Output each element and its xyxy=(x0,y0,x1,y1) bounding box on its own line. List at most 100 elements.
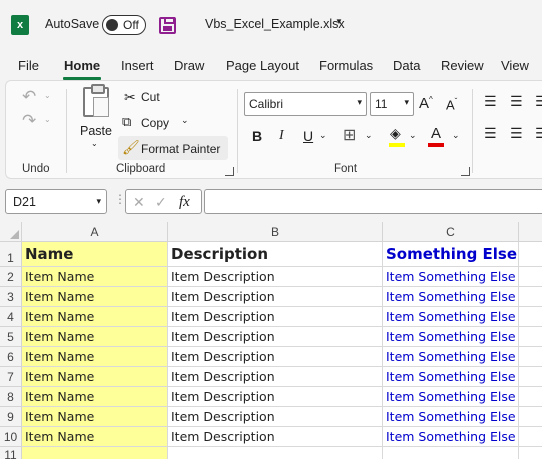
chevron-down-icon[interactable]: ⌄ xyxy=(319,130,327,141)
tab-file[interactable]: File xyxy=(18,58,39,73)
insert-function-button[interactable]: fx xyxy=(179,194,190,211)
cell-c11[interactable] xyxy=(383,447,519,459)
font-name-select[interactable]: Calibri ▾ xyxy=(244,92,367,116)
worksheet-grid[interactable]: A B C 1 Name Description Something Else … xyxy=(0,222,542,459)
cell-d5[interactable] xyxy=(519,327,542,347)
chevron-down-icon[interactable]: ⌄ xyxy=(181,115,189,126)
tab-home[interactable]: Home xyxy=(64,58,100,73)
tab-formulas[interactable]: Formulas xyxy=(319,58,373,73)
row-header[interactable]: 4 xyxy=(0,307,22,327)
cell-c9[interactable]: Item Something Else xyxy=(383,407,519,427)
clipboard-launcher-icon[interactable] xyxy=(225,167,234,176)
row-header[interactable]: 10 xyxy=(0,427,22,447)
chevron-down-icon[interactable]: ⌄ xyxy=(91,139,98,148)
align-left-icon[interactable]: ☰ xyxy=(484,125,497,142)
scissors-icon[interactable]: ✂ xyxy=(124,89,136,106)
cell-b5[interactable]: Item Description xyxy=(168,327,383,347)
column-header-c[interactable]: C xyxy=(383,222,519,242)
select-all-button[interactable] xyxy=(0,222,22,242)
copy-icon[interactable]: ⧉ xyxy=(122,114,131,130)
align-top-icon[interactable]: ☰ xyxy=(484,93,497,110)
font-launcher-icon[interactable] xyxy=(461,167,470,176)
cell-d4[interactable] xyxy=(519,307,542,327)
cell-a11[interactable] xyxy=(22,447,168,459)
cell-c1[interactable]: Something Else xyxy=(383,242,519,267)
cell-a5[interactable]: Item Name xyxy=(22,327,168,347)
cell-a8[interactable]: Item Name xyxy=(22,387,168,407)
formula-input[interactable] xyxy=(204,189,542,214)
row-header[interactable]: 9 xyxy=(0,407,22,427)
increase-font-size-icon[interactable]: A^ xyxy=(419,95,433,112)
copy-button[interactable]: Copy xyxy=(141,116,169,130)
cell-c4[interactable]: Item Something Else xyxy=(383,307,519,327)
autosave-toggle[interactable]: Off xyxy=(102,15,146,35)
cell-d8[interactable] xyxy=(519,387,542,407)
tab-review[interactable]: Review xyxy=(441,58,484,73)
cell-b6[interactable]: Item Description xyxy=(168,347,383,367)
tab-data[interactable]: Data xyxy=(393,58,420,73)
cell-c3[interactable]: Item Something Else xyxy=(383,287,519,307)
tab-draw[interactable]: Draw xyxy=(174,58,204,73)
cell-d6[interactable] xyxy=(519,347,542,367)
fill-color-icon[interactable]: ◈ xyxy=(390,125,401,142)
cell-c2[interactable]: Item Something Else xyxy=(383,267,519,287)
align-bottom-icon[interactable]: ☰ xyxy=(535,93,542,110)
cell-b10[interactable]: Item Description xyxy=(168,427,383,447)
more-icon[interactable]: ⋮ xyxy=(114,192,126,206)
row-header[interactable]: 1 xyxy=(0,242,22,267)
row-header[interactable]: 5 xyxy=(0,327,22,347)
column-header-b[interactable]: B xyxy=(168,222,383,242)
redo-icon[interactable]: ↷ xyxy=(22,111,36,131)
column-header-d[interactable] xyxy=(519,222,542,242)
cell-b11[interactable] xyxy=(168,447,383,459)
paste-icon[interactable] xyxy=(83,84,109,117)
underline-button[interactable]: U xyxy=(303,128,313,144)
row-header[interactable]: 3 xyxy=(0,287,22,307)
align-middle-icon[interactable]: ☰ xyxy=(510,93,523,110)
cell-c5[interactable]: Item Something Else xyxy=(383,327,519,347)
chevron-down-icon[interactable]: ⌄ xyxy=(44,115,51,124)
save-icon[interactable] xyxy=(159,17,176,34)
column-header-a[interactable]: A xyxy=(22,222,168,242)
cell-c10[interactable]: Item Something Else xyxy=(383,427,519,447)
name-box[interactable]: D21 ▾ xyxy=(5,189,107,214)
cell-b7[interactable]: Item Description xyxy=(168,367,383,387)
chevron-down-icon[interactable]: ⌄ xyxy=(452,130,460,141)
borders-icon[interactable]: ⊞ xyxy=(343,125,356,145)
cell-a7[interactable]: Item Name xyxy=(22,367,168,387)
cell-b9[interactable]: Item Description xyxy=(168,407,383,427)
row-header[interactable]: 6 xyxy=(0,347,22,367)
row-header[interactable]: 8 xyxy=(0,387,22,407)
font-size-select[interactable]: 11 ▾ xyxy=(370,92,414,116)
row-header[interactable]: 11 xyxy=(0,447,22,459)
align-center-icon[interactable]: ☰ xyxy=(510,125,523,142)
chevron-down-icon[interactable]: ⌄ xyxy=(44,91,51,100)
row-header[interactable]: 2 xyxy=(0,267,22,287)
cell-a10[interactable]: Item Name xyxy=(22,427,168,447)
undo-icon[interactable]: ↶ xyxy=(22,87,36,107)
cancel-icon[interactable]: ✕ xyxy=(133,194,145,211)
tab-page-layout[interactable]: Page Layout xyxy=(226,58,299,73)
chevron-down-icon[interactable]: ▾ xyxy=(96,196,101,207)
chevron-down-icon[interactable]: ⌄ xyxy=(365,130,373,141)
cell-a6[interactable]: Item Name xyxy=(22,347,168,367)
bold-button[interactable]: B xyxy=(252,128,262,144)
cell-a3[interactable]: Item Name xyxy=(22,287,168,307)
cell-a1[interactable]: Name xyxy=(22,242,168,267)
cell-c8[interactable]: Item Something Else xyxy=(383,387,519,407)
tab-insert[interactable]: Insert xyxy=(121,58,154,73)
cell-b2[interactable]: Item Description xyxy=(168,267,383,287)
chevron-down-icon[interactable]: ⌄ xyxy=(409,130,417,141)
cell-b8[interactable]: Item Description xyxy=(168,387,383,407)
cell-a4[interactable]: Item Name xyxy=(22,307,168,327)
format-painter-label[interactable]: Format Painter xyxy=(141,142,220,156)
cell-c7[interactable]: Item Something Else xyxy=(383,367,519,387)
align-right-icon[interactable]: ☰ xyxy=(535,125,542,142)
paintbrush-icon[interactable]: 🖌 xyxy=(122,139,140,156)
paste-button[interactable]: Paste xyxy=(80,124,112,138)
cell-b4[interactable]: Item Description xyxy=(168,307,383,327)
cell-d1[interactable] xyxy=(519,242,542,267)
cell-d7[interactable] xyxy=(519,367,542,387)
cell-b3[interactable]: Item Description xyxy=(168,287,383,307)
italic-button[interactable]: I xyxy=(279,128,284,144)
